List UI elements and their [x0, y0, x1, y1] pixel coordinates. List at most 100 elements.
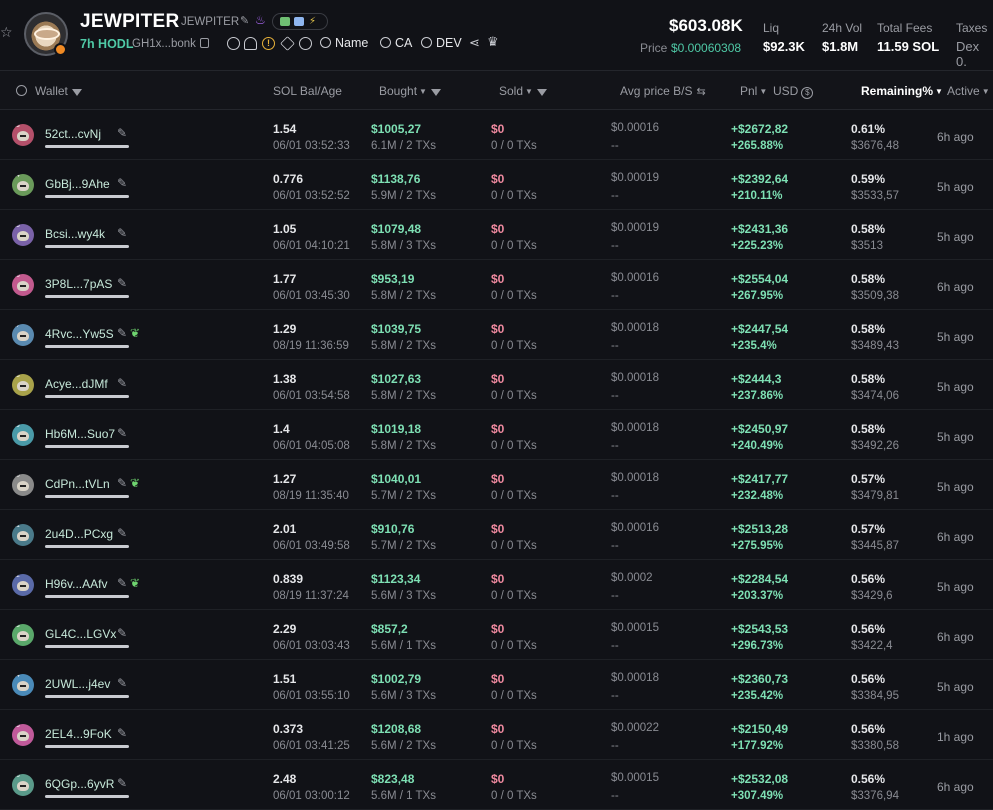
hodl-label: 7h HODL — [80, 37, 134, 51]
wallet-address[interactable]: 2UWL...j4ev — [45, 677, 110, 691]
column-bought[interactable]: Bought ▼ — [379, 84, 441, 98]
lightning-icon: ⚡ — [309, 16, 317, 27]
avg-sell-price: -- — [611, 440, 619, 452]
edit-icon[interactable]: ✎ — [117, 776, 127, 790]
pnl-usd: +$2672,82 — [731, 122, 789, 136]
column-wallet[interactable]: Wallet — [16, 84, 82, 98]
edit-icon[interactable]: ✎ — [117, 576, 127, 590]
sol-balance: 0.373 — [273, 722, 304, 736]
table-row[interactable]: 13 52ct...cvNj ✎ 1.54 06/01 03:52:33 $1005,27… — [0, 110, 993, 160]
image-badge-icon — [280, 17, 290, 26]
edit-icon[interactable]: ✎ — [117, 126, 127, 140]
edit-icon[interactable]: ✎ — [117, 176, 127, 190]
last-active: 5h ago — [937, 680, 974, 694]
telegram-icon[interactable] — [280, 36, 295, 51]
column-remaining[interactable]: Remaining% ▼ — [861, 84, 943, 98]
swap-arrows-icon[interactable]: ⇆ — [696, 86, 705, 98]
search-ca-button[interactable]: CA — [380, 36, 412, 50]
edit-icon[interactable]: ✎ — [117, 426, 127, 440]
warning-icon[interactable]: ! — [262, 37, 275, 50]
edit-icon[interactable]: ✎ — [117, 276, 127, 290]
filter-icon[interactable] — [536, 89, 547, 96]
usd-toggle[interactable]: USD $ — [773, 84, 814, 99]
table-row[interactable]: 18 Acye...dJMf ✎ 1.38 06/01 03:54:58 $1027,63… — [0, 360, 993, 410]
vol-label: 24h Vol — [822, 21, 863, 35]
sol-balance: 0.839 — [273, 572, 304, 586]
column-active[interactable]: Active ▼ — [947, 84, 990, 98]
wallet-address[interactable]: 2u4D...PCxg — [45, 527, 113, 541]
sol-balance: 2.01 — [273, 522, 297, 536]
wallet-address[interactable]: GL4C...LGVx — [45, 627, 116, 641]
sol-balance: 1.27 — [273, 472, 297, 486]
edit-icon[interactable]: ✎ — [117, 326, 127, 340]
table-row[interactable]: 21 2u4D...PCxg ✎ 2.01 06/01 03:49:58 $910,76 5… — [0, 510, 993, 560]
wallet-address[interactable]: 6QGp...6yvR — [45, 777, 114, 791]
token-symbol: JEWPITER — [181, 16, 240, 28]
wallet-age: 06/01 03:52:33 — [273, 140, 350, 152]
column-sold[interactable]: Sold ▼ — [499, 84, 547, 98]
table-row[interactable]: 25 2EL4...9FoK ✎ 0.373 06/01 03:41:25 $1208,6… — [0, 710, 993, 760]
edit-icon[interactable]: ✎ — [117, 226, 127, 240]
wallet-age: 06/01 04:10:21 — [273, 240, 350, 252]
avg-sell-price: -- — [611, 690, 619, 702]
wallet-avatar: 13 — [12, 124, 34, 146]
holding-bar — [45, 395, 129, 398]
edit-icon[interactable]: ✎ — [117, 726, 127, 740]
sold-usd: $0 — [491, 772, 505, 786]
table-row[interactable]: 15 Bcsi...wy4k ✎ 1.05 06/01 04:10:21 $1079,48… — [0, 210, 993, 260]
share-icon[interactable]: ⋖ — [469, 36, 480, 49]
crown-icon[interactable]: ♛ — [487, 35, 499, 48]
search-name-button[interactable]: Name — [320, 36, 368, 50]
search-dev-button[interactable]: DEV — [421, 36, 462, 50]
last-active: 5h ago — [937, 230, 974, 244]
table-row[interactable]: 23 GL4C...LGVx ✎ 2.29 06/01 03:03:43 $857,2 5.… — [0, 610, 993, 660]
last-active: 6h ago — [937, 630, 974, 644]
user-icon[interactable] — [244, 37, 257, 50]
column-avg-price[interactable]: Avg price B/S ⇆ — [620, 84, 706, 98]
token-name: JEWPITER — [80, 11, 180, 32]
wallet-age: 08/19 11:35:40 — [273, 490, 349, 502]
settings-icon[interactable] — [16, 85, 27, 96]
remaining-usd: $3422,4 — [851, 640, 893, 652]
wallet-address[interactable]: H96v...AAfv — [45, 577, 107, 591]
wallet-address[interactable]: GbBj...9Ahe — [45, 177, 110, 191]
filter-icon[interactable] — [71, 89, 82, 96]
table-row[interactable]: 14 GbBj...9Ahe ✎ 0.776 06/01 03:52:52 $1138,7… — [0, 160, 993, 210]
edit-icon[interactable]: ✎ — [240, 15, 249, 27]
contract-address[interactable]: GH1x...bonk — [132, 38, 196, 50]
filter-icon[interactable] — [430, 89, 441, 96]
remaining-percent: 0.59% — [851, 172, 886, 186]
edit-icon[interactable]: ✎ — [117, 676, 127, 690]
wallet-address[interactable]: Bcsi...wy4k — [45, 227, 105, 241]
pnl-percent: +237.86% — [731, 390, 784, 402]
column-sol-bal[interactable]: SOL Bal/Age — [273, 84, 342, 98]
table-row[interactable]: 19 Hb6M...Suo7 ✎ 1.4 06/01 04:05:08 $1019,18 5… — [0, 410, 993, 460]
wallet-address[interactable]: 4Rvc...Yw5S — [45, 327, 114, 341]
table-row[interactable]: 16 3P8L...7pAS ✎ 1.77 06/01 03:45:30 $953,19 5… — [0, 260, 993, 310]
copy-icon[interactable] — [200, 38, 209, 48]
stream-icon[interactable] — [299, 37, 312, 50]
table-row[interactable]: 22 H96v...AAfv ✎ ❦ 0.839 08/19 11:37:24 $1123,… — [0, 560, 993, 610]
wallet-address[interactable]: 52ct...cvNj — [45, 127, 101, 141]
edit-icon[interactable]: ✎ — [117, 476, 127, 490]
verified-badge-icon — [294, 17, 304, 26]
star-icon[interactable]: ☆ — [0, 25, 14, 39]
edit-icon[interactable]: ✎ — [117, 526, 127, 540]
wallet-address[interactable]: 3P8L...7pAS — [45, 277, 112, 291]
wallet-address[interactable]: 2EL4...9FoK — [45, 727, 112, 741]
avg-buy-price: $0.00018 — [611, 472, 659, 484]
wallet-address[interactable]: Acye...dJMf — [45, 377, 108, 391]
wallet-address[interactable]: CdPn...tVLn — [45, 477, 110, 491]
edit-icon[interactable]: ✎ — [117, 626, 127, 640]
sold-amount: 0 / 0 TXs — [491, 290, 537, 302]
wallet-address[interactable]: Hb6M...Suo7 — [45, 427, 115, 441]
fresh-wallet-leaf-icon: ❦ — [130, 476, 141, 490]
column-pnl[interactable]: Pnl ▼ — [740, 84, 767, 98]
bought-usd: $1040,01 — [371, 472, 422, 486]
table-row[interactable]: 20 CdPn...tVLn ✎ ❦ 1.27 08/19 11:35:40 $1040,0… — [0, 460, 993, 510]
table-row[interactable]: 24 2UWL...j4ev ✎ 1.51 06/01 03:55:10 $1002,79… — [0, 660, 993, 710]
table-row[interactable]: 17 4Rvc...Yw5S ✎ ❦ 1.29 08/19 11:36:59 $1039,7… — [0, 310, 993, 360]
website-icon[interactable] — [227, 37, 240, 50]
edit-icon[interactable]: ✎ — [117, 376, 127, 390]
table-row[interactable]: 26 6QGp...6yvR ✎ 2.48 06/01 03:00:12 $823,48 5… — [0, 760, 993, 810]
